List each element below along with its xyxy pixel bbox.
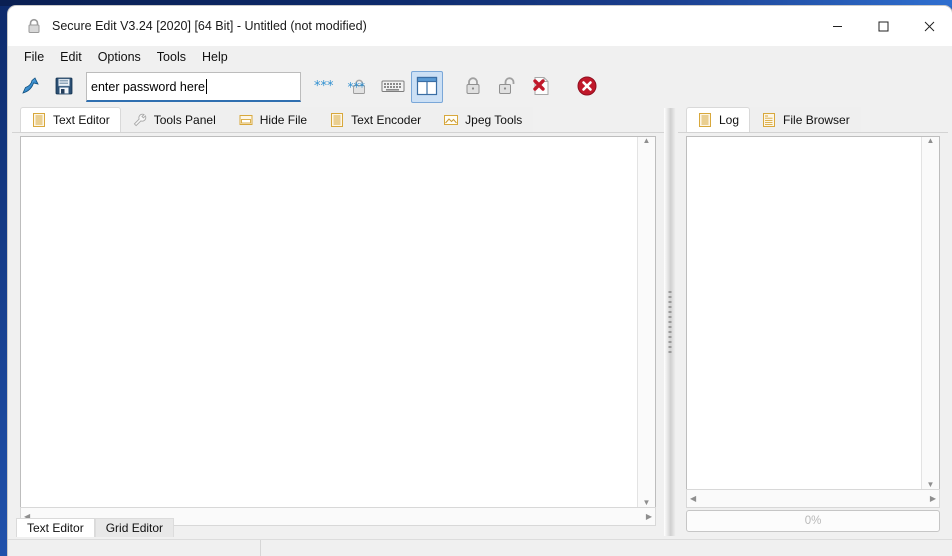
text-editor-area[interactable] [21,137,638,507]
open-file-button[interactable] [14,71,46,103]
tab-text-editor[interactable]: Text Editor [20,107,121,132]
window-controls [814,6,952,46]
tab-label: Text Encoder [351,113,422,127]
delete-file-icon [530,75,552,100]
delete-file-button[interactable] [525,71,557,103]
status-bar [8,539,952,556]
lock-icon [26,18,42,34]
maximize-button[interactable] [860,6,906,46]
log-container [686,136,940,490]
window-title: Secure Edit V3.24 [2020] [64 Bit] - Unti… [52,19,367,33]
log-vertical-scrollbar[interactable] [921,137,939,489]
close-button[interactable] [906,6,952,46]
password-value: enter password here [91,79,205,94]
save-file-icon [53,75,75,100]
menu-item-help[interactable]: Help [194,48,236,66]
right-panel: Log File Browser ▲ ▼ ◀ ▶ 0% [678,106,948,538]
scroll-right-icon[interactable] [927,495,939,503]
asterisks-icon: *** [313,76,337,99]
svg-text:**: ** [348,80,360,94]
scroll-down-icon[interactable] [924,481,938,489]
panel-toggle-button[interactable] [411,71,443,103]
close-circle-icon [576,75,598,100]
minimize-button[interactable] [814,6,860,46]
scroll-up-icon[interactable] [924,137,938,145]
menu-item-file[interactable]: File [16,48,52,66]
editor-mode-tabs: Text Editor Grid Editor [16,518,175,538]
log-horizontal-scrollbar[interactable] [686,489,940,508]
file-list-icon [761,112,777,128]
right-tab-strip: Log File Browser [678,106,948,133]
menu-item-edit[interactable]: Edit [52,48,90,66]
asterisk-lock-icon: ** * [347,75,371,100]
tab-hide-file[interactable]: Hide File [226,107,319,132]
image-icon [443,112,459,128]
tab-label: Text Editor [53,113,110,127]
status-cell-right [261,540,952,556]
document-lines-icon [31,112,47,128]
tab-tools-panel[interactable]: Tools Panel [120,107,227,132]
content-area: Text Editor Tools Panel Hide File Text E… [8,106,952,556]
password-input[interactable]: enter password here [86,72,301,102]
text-editor-container [20,136,656,508]
document-lines-icon [697,112,713,128]
progress-bar: 0% [686,510,940,532]
text-caret [205,79,207,94]
virtual-keyboard-button[interactable] [377,71,409,103]
title-bar: Secure Edit V3.24 [2020] [64 Bit] - Unti… [8,6,952,46]
keyboard-icon [381,78,405,97]
save-file-button[interactable] [48,71,80,103]
tab-jpeg-tools[interactable]: Jpeg Tools [432,107,534,132]
panel-toggle-icon [416,76,438,99]
tab-text-encoder[interactable]: Text Encoder [318,107,433,132]
application-window: Secure Edit V3.24 [2020] [64 Bit] - Unti… [8,6,952,556]
menu-item-tools[interactable]: Tools [149,48,194,66]
scroll-right-icon[interactable] [643,513,655,521]
status-cell-left [8,540,261,556]
left-panel: Text Editor Tools Panel Hide File Text E… [12,106,664,538]
lock-closed-icon [462,75,484,100]
tab-label: Log [719,113,740,127]
show-password-button[interactable]: *** [309,71,341,103]
svg-text:***: *** [314,79,334,94]
close-document-button[interactable] [571,71,603,103]
editor-vertical-scrollbar[interactable] [637,137,655,507]
tab-log[interactable]: Log [686,107,751,132]
decrypt-button[interactable] [491,71,523,103]
toolbar: enter password here *** ** * [8,68,952,106]
open-file-icon [19,75,41,100]
mask-password-button[interactable]: ** * [343,71,375,103]
document-lines-icon [329,112,345,128]
left-tab-strip: Text Editor Tools Panel Hide File Text E… [12,106,664,133]
encrypt-button[interactable] [457,71,489,103]
tab-label: Tools Panel [153,113,216,127]
bottom-tab-grid-editor[interactable]: Grid Editor [94,518,175,537]
scroll-left-icon[interactable] [687,495,699,503]
lock-open-icon [496,75,518,100]
bottom-tab-text-editor[interactable]: Text Editor [16,518,95,537]
splitter-grip-icon [668,291,672,353]
tab-file-browser[interactable]: File Browser [750,107,861,132]
window-box-icon [238,112,254,128]
wrench-icon [132,112,148,128]
scroll-down-icon[interactable] [640,499,654,507]
panel-splitter[interactable] [664,108,676,536]
tab-label: Jpeg Tools [465,113,523,127]
log-area[interactable] [687,137,922,489]
scroll-up-icon[interactable] [640,137,654,145]
svg-text:*: * [359,80,365,94]
tab-label: Hide File [259,113,308,127]
menu-bar: File Edit Options Tools Help [8,46,952,68]
tab-label: File Browser [783,113,850,127]
menu-item-options[interactable]: Options [90,48,149,66]
progress-label: 0% [804,515,822,527]
